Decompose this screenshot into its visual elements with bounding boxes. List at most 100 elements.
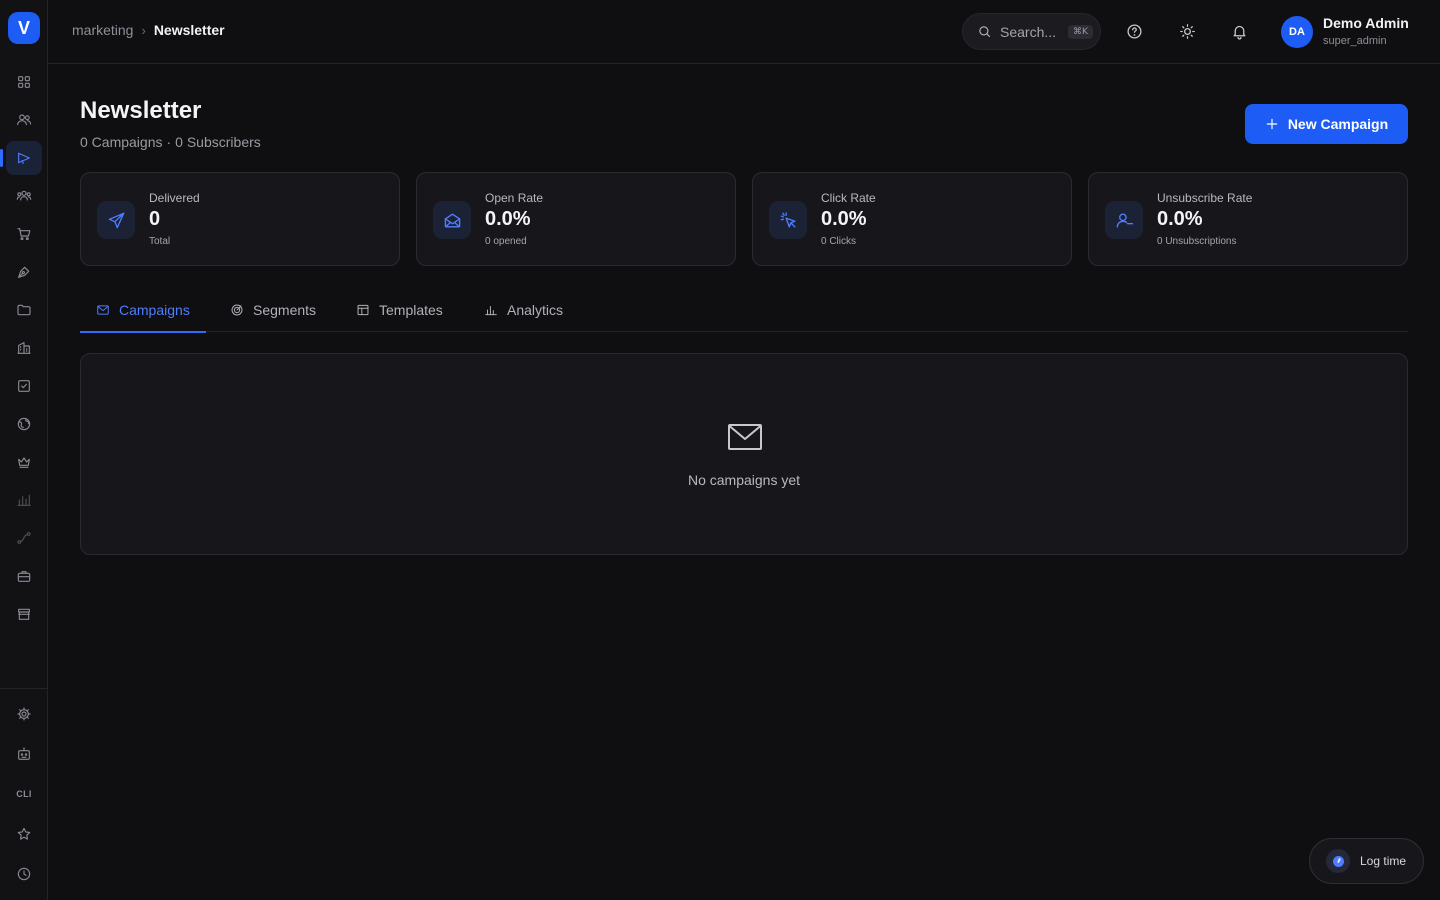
tab-templates[interactable]: Templates bbox=[356, 288, 443, 332]
pen-tool-icon bbox=[18, 266, 30, 278]
sidebar-item-automation[interactable] bbox=[6, 737, 42, 771]
stat-foot: 0 Unsubscriptions bbox=[1157, 236, 1237, 247]
sidebar: V CLI bbox=[0, 0, 48, 900]
building-icon bbox=[17, 342, 31, 354]
stat-value: 0.0% bbox=[821, 208, 867, 230]
stat-card-open-rate: Open Rate 0.0% 0 opened bbox=[416, 172, 736, 266]
subtitle-separator: · bbox=[166, 134, 172, 150]
search-button[interactable]: Search... ⌘K bbox=[962, 13, 1101, 50]
stat-foot: Total bbox=[149, 236, 171, 247]
timer-icon bbox=[1326, 849, 1350, 873]
stat-label: Unsubscribe Rate bbox=[1157, 191, 1253, 205]
tab-analytics[interactable]: Analytics bbox=[484, 288, 563, 332]
campaigns-count: 0 Campaigns bbox=[80, 134, 163, 150]
user-name[interactable]: Demo Admin bbox=[1323, 15, 1409, 31]
sidebar-item-dashboard[interactable] bbox=[6, 65, 42, 99]
sidebar-item-website[interactable] bbox=[6, 407, 42, 441]
sidebar-item-cli[interactable]: CLI bbox=[6, 777, 42, 811]
mail-icon bbox=[727, 422, 763, 452]
target-icon bbox=[231, 304, 243, 316]
layout-icon bbox=[357, 304, 369, 316]
theme-toggle-button[interactable] bbox=[1176, 20, 1198, 42]
megaphone-icon bbox=[18, 152, 30, 164]
tab-segments[interactable]: Segments bbox=[230, 288, 316, 332]
new-campaign-label: New Campaign bbox=[1287, 116, 1389, 132]
page-title: Newsletter bbox=[80, 97, 202, 124]
topbar: marketing › Newsletter Search... ⌘K DA D… bbox=[48, 0, 1440, 64]
sidebar-item-history[interactable] bbox=[6, 857, 42, 891]
sidebar-item-companies[interactable] bbox=[6, 331, 42, 365]
users-icon bbox=[17, 114, 32, 126]
tab-label: Analytics bbox=[507, 302, 564, 318]
sun-icon bbox=[1179, 23, 1195, 39]
sidebar-item-marketing[interactable] bbox=[0, 141, 42, 175]
user-minus-icon bbox=[1105, 201, 1143, 239]
tab-bar: Campaigns Segments Templates Analytics bbox=[80, 288, 1408, 333]
sidebar-item-tasks[interactable] bbox=[6, 369, 42, 403]
checkbox-icon bbox=[18, 380, 30, 392]
robot-icon bbox=[18, 747, 30, 760]
briefcase-icon bbox=[17, 571, 31, 582]
sidebar-divider bbox=[0, 688, 47, 689]
help-button[interactable] bbox=[1123, 20, 1145, 42]
sidebar-item-files[interactable] bbox=[6, 293, 42, 327]
sidebar-item-settings[interactable] bbox=[6, 697, 42, 731]
notifications-button[interactable] bbox=[1228, 20, 1250, 42]
store-icon bbox=[18, 608, 30, 620]
stat-card-delivered: Delivered 0 Total bbox=[80, 172, 400, 266]
cursor-click-icon bbox=[769, 201, 807, 239]
sidebar-item-favorites[interactable] bbox=[6, 817, 42, 851]
stat-card-click-rate: Click Rate 0.0% 0 Clicks bbox=[752, 172, 1072, 266]
avatar[interactable]: DA bbox=[1281, 16, 1313, 48]
user-role: super_admin bbox=[1323, 35, 1387, 47]
sidebar-item-routes[interactable] bbox=[6, 521, 42, 555]
team-icon bbox=[16, 190, 32, 201]
sidebar-item-team[interactable] bbox=[6, 179, 42, 213]
gear-icon bbox=[17, 707, 31, 721]
stat-foot: 0 Clicks bbox=[821, 236, 857, 247]
cart-icon bbox=[17, 228, 31, 241]
bell-icon bbox=[1233, 25, 1245, 40]
app-logo[interactable]: V bbox=[8, 12, 40, 44]
search-placeholder: Search... bbox=[1000, 23, 1057, 40]
stat-value: 0.0% bbox=[485, 208, 531, 230]
cli-icon: CLI bbox=[16, 789, 32, 799]
new-campaign-button[interactable]: New Campaign bbox=[1245, 104, 1408, 144]
stat-card-unsubscribe-rate: Unsubscribe Rate 0.0% 0 Unsubscriptions bbox=[1088, 172, 1408, 266]
sidebar-item-reports[interactable] bbox=[6, 483, 42, 517]
search-shortcut: ⌘K bbox=[1068, 24, 1093, 39]
page-subtitle: 0 Campaigns · 0 Subscribers bbox=[80, 134, 261, 150]
crown-icon bbox=[18, 457, 30, 468]
mail-icon bbox=[97, 305, 109, 315]
send-icon bbox=[97, 201, 135, 239]
campaigns-panel: No campaigns yet bbox=[80, 353, 1408, 555]
stat-label: Open Rate bbox=[485, 191, 544, 205]
tab-label: Templates bbox=[379, 302, 443, 318]
bar-chart-icon bbox=[485, 306, 497, 316]
log-time-button[interactable]: Log time bbox=[1309, 838, 1424, 884]
subscribers-count: 0 Subscribers bbox=[175, 134, 261, 150]
log-time-label: Log time bbox=[1360, 854, 1407, 868]
stat-label: Click Rate bbox=[821, 191, 876, 205]
tab-campaigns[interactable]: Campaigns bbox=[80, 288, 206, 333]
mail-open-icon bbox=[433, 201, 471, 239]
stat-label: Delivered bbox=[149, 191, 200, 205]
sidebar-item-orders[interactable] bbox=[6, 217, 42, 251]
empty-state-message: No campaigns yet bbox=[687, 472, 801, 488]
tab-label: Campaigns bbox=[119, 302, 190, 318]
stat-value: 0.0% bbox=[1157, 208, 1203, 230]
chevron-right-icon: › bbox=[141, 22, 146, 38]
stat-value: 0 bbox=[149, 208, 161, 230]
globe-icon bbox=[17, 417, 31, 431]
breadcrumb-current: Newsletter bbox=[153, 22, 225, 38]
folder-icon bbox=[17, 304, 31, 316]
bar-chart-icon bbox=[17, 494, 31, 506]
sidebar-item-contacts[interactable] bbox=[6, 103, 42, 137]
breadcrumb-parent-link[interactable]: marketing bbox=[72, 22, 133, 38]
sidebar-item-loyalty[interactable] bbox=[6, 445, 42, 479]
stat-foot: 0 opened bbox=[485, 236, 527, 247]
tab-label: Segments bbox=[253, 302, 317, 318]
sidebar-item-products[interactable] bbox=[6, 559, 42, 593]
sidebar-item-store[interactable] bbox=[6, 597, 42, 631]
sidebar-item-design[interactable] bbox=[6, 255, 42, 289]
